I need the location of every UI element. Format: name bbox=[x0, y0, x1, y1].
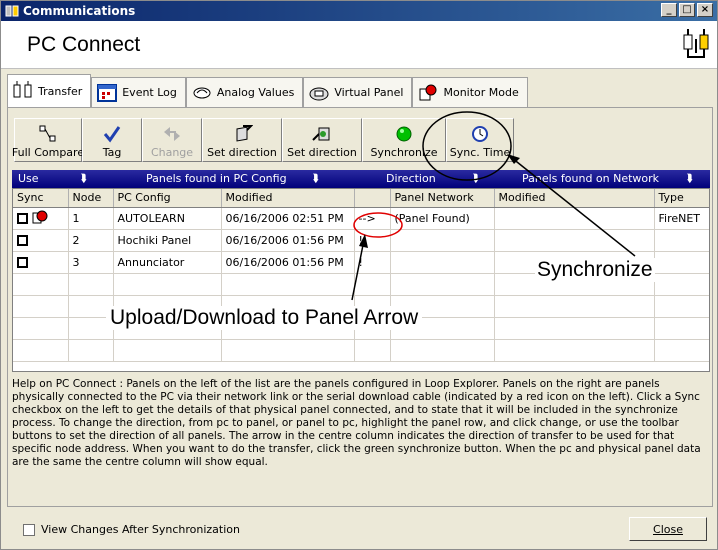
clock-icon bbox=[470, 122, 490, 146]
header: PC Connect bbox=[1, 21, 717, 69]
minimize-button[interactable]: _ bbox=[661, 3, 677, 17]
pc-config-arrow-icon: ⮯ bbox=[312, 172, 319, 185]
tab-transfer[interactable]: Transfer bbox=[7, 74, 92, 107]
tab-label: Transfer bbox=[38, 84, 83, 98]
col-direction[interactable] bbox=[354, 189, 391, 208]
event-log-icon bbox=[96, 83, 118, 103]
tab-label: Monitor Mode bbox=[443, 86, 519, 99]
title-bar: Communications _ □ × bbox=[1, 1, 717, 21]
close-button[interactable]: Close bbox=[629, 517, 707, 541]
send-to-panel-icon bbox=[231, 122, 253, 146]
col-type[interactable]: Type bbox=[654, 189, 709, 208]
direction-group-label: Direction bbox=[386, 172, 436, 185]
serial-cable-icon bbox=[32, 210, 48, 227]
tab-analog-values[interactable]: Analog Values bbox=[185, 77, 304, 107]
bottom-bar: View Changes After Synchronization Close bbox=[1, 507, 717, 549]
type-cell bbox=[654, 251, 709, 274]
window-title: Communications bbox=[23, 4, 136, 18]
pc-connect-icon bbox=[681, 29, 711, 64]
col-modified-network[interactable]: Modified bbox=[494, 189, 655, 208]
network-arrow-icon: ⮯ bbox=[686, 172, 693, 185]
node-cell: 2 bbox=[68, 229, 114, 252]
direction-arrow-icon: ⮯ bbox=[472, 172, 479, 185]
green-circle-icon bbox=[394, 122, 414, 146]
tag-button[interactable]: Tag bbox=[82, 118, 142, 162]
sync-checkbox[interactable] bbox=[17, 257, 28, 268]
tab-event-log[interactable]: Event Log bbox=[91, 77, 186, 107]
app-icon bbox=[5, 4, 19, 18]
col-node[interactable]: Node bbox=[68, 189, 114, 208]
modified-network-cell bbox=[494, 207, 655, 230]
col-sync[interactable]: Sync bbox=[13, 189, 69, 208]
panel-network-cell bbox=[390, 251, 495, 274]
tab-monitor-mode[interactable]: Monitor Mode bbox=[412, 77, 528, 107]
empty-row bbox=[13, 339, 709, 362]
pc-config-cell: Hochiki Panel bbox=[113, 229, 222, 252]
modified-cell: 06/16/2006 02:51 PM bbox=[221, 207, 355, 230]
node-cell: 3 bbox=[68, 251, 114, 274]
table-row[interactable]: 2 Hochiki Panel 06/16/2006 01:56 PM ! bbox=[13, 229, 709, 252]
panel-network-cell: (Panel Found) bbox=[390, 207, 495, 230]
upload-download-callout: Upload/Download to Panel Arrow bbox=[106, 306, 423, 330]
compare-icon bbox=[38, 122, 58, 146]
col-modified[interactable]: Modified bbox=[221, 189, 355, 208]
type-cell bbox=[654, 229, 709, 252]
maximize-button[interactable]: □ bbox=[679, 3, 695, 17]
table-row[interactable]: 1 AUTOLEARN 06/16/2006 02:51 PM --> (Pan… bbox=[13, 207, 709, 230]
synchronize-button[interactable]: Synchronize bbox=[362, 118, 446, 162]
transfer-icon bbox=[12, 81, 34, 101]
set-direction-to-panel-button[interactable]: Set direction bbox=[202, 118, 282, 162]
synchronize-callout: Synchronize bbox=[535, 258, 655, 282]
panel-network-cell bbox=[390, 229, 495, 252]
tab-strip: Transfer Event Log Analog Values Virtual… bbox=[7, 74, 528, 107]
pc-config-cell: Annunciator bbox=[113, 251, 222, 274]
pc-config-group-label: Panels found in PC Config bbox=[146, 172, 287, 185]
pc-config-cell: AUTOLEARN bbox=[113, 207, 222, 230]
table-header-row: Sync Node PC Config Modified Panel Netwo… bbox=[13, 189, 709, 208]
close-window-button[interactable]: × bbox=[697, 3, 713, 17]
sync-time-button[interactable]: Sync. Time bbox=[446, 118, 514, 162]
view-changes-checkbox[interactable] bbox=[23, 523, 35, 536]
col-pc-config[interactable]: PC Config bbox=[113, 189, 222, 208]
col-panel-network[interactable]: Panel Network bbox=[390, 189, 495, 208]
modified-cell: 06/16/2006 01:56 PM bbox=[221, 229, 355, 252]
use-group-label: Use bbox=[18, 172, 39, 185]
network-group-label: Panels found on Network bbox=[522, 172, 660, 185]
sync-checkbox[interactable] bbox=[17, 235, 28, 246]
toolbar: Full Compare Tag Change Set direction Se… bbox=[12, 118, 514, 162]
tab-label: Event Log bbox=[122, 86, 177, 99]
tab-label: Analog Values bbox=[216, 86, 295, 99]
direction-cell[interactable]: ! bbox=[354, 229, 391, 252]
use-arrow-icon: ⮯ bbox=[80, 172, 87, 185]
group-header-bar: Use ⮯ Panels found in PC Config ⮯ Direct… bbox=[12, 170, 710, 188]
analog-icon bbox=[191, 83, 213, 103]
checkmark-icon bbox=[102, 122, 122, 146]
monitor-icon bbox=[417, 83, 439, 103]
direction-cell[interactable]: --> bbox=[354, 207, 391, 230]
change-arrows-icon bbox=[162, 122, 182, 146]
change-button[interactable]: Change bbox=[142, 118, 202, 162]
virtual-panel-icon bbox=[308, 83, 330, 103]
modified-network-cell bbox=[494, 229, 655, 252]
view-changes-option[interactable]: View Changes After Synchronization bbox=[23, 523, 240, 536]
receive-from-panel-icon bbox=[311, 122, 333, 146]
help-text: Help on PC Connect : Panels on the left … bbox=[12, 378, 701, 468]
type-cell: FireNET bbox=[654, 207, 709, 230]
modified-cell: 06/16/2006 01:56 PM bbox=[221, 251, 355, 274]
node-cell: 1 bbox=[68, 207, 114, 230]
tab-label: Virtual Panel bbox=[334, 86, 404, 99]
set-direction-to-pc-button[interactable]: Set direction bbox=[282, 118, 362, 162]
sync-checkbox[interactable] bbox=[17, 212, 28, 224]
tab-virtual-panel[interactable]: Virtual Panel bbox=[303, 77, 413, 107]
page-title: PC Connect bbox=[27, 33, 141, 56]
full-compare-button[interactable]: Full Compare bbox=[12, 118, 84, 162]
direction-cell[interactable]: ! bbox=[354, 251, 391, 274]
view-changes-label: View Changes After Synchronization bbox=[41, 523, 240, 536]
